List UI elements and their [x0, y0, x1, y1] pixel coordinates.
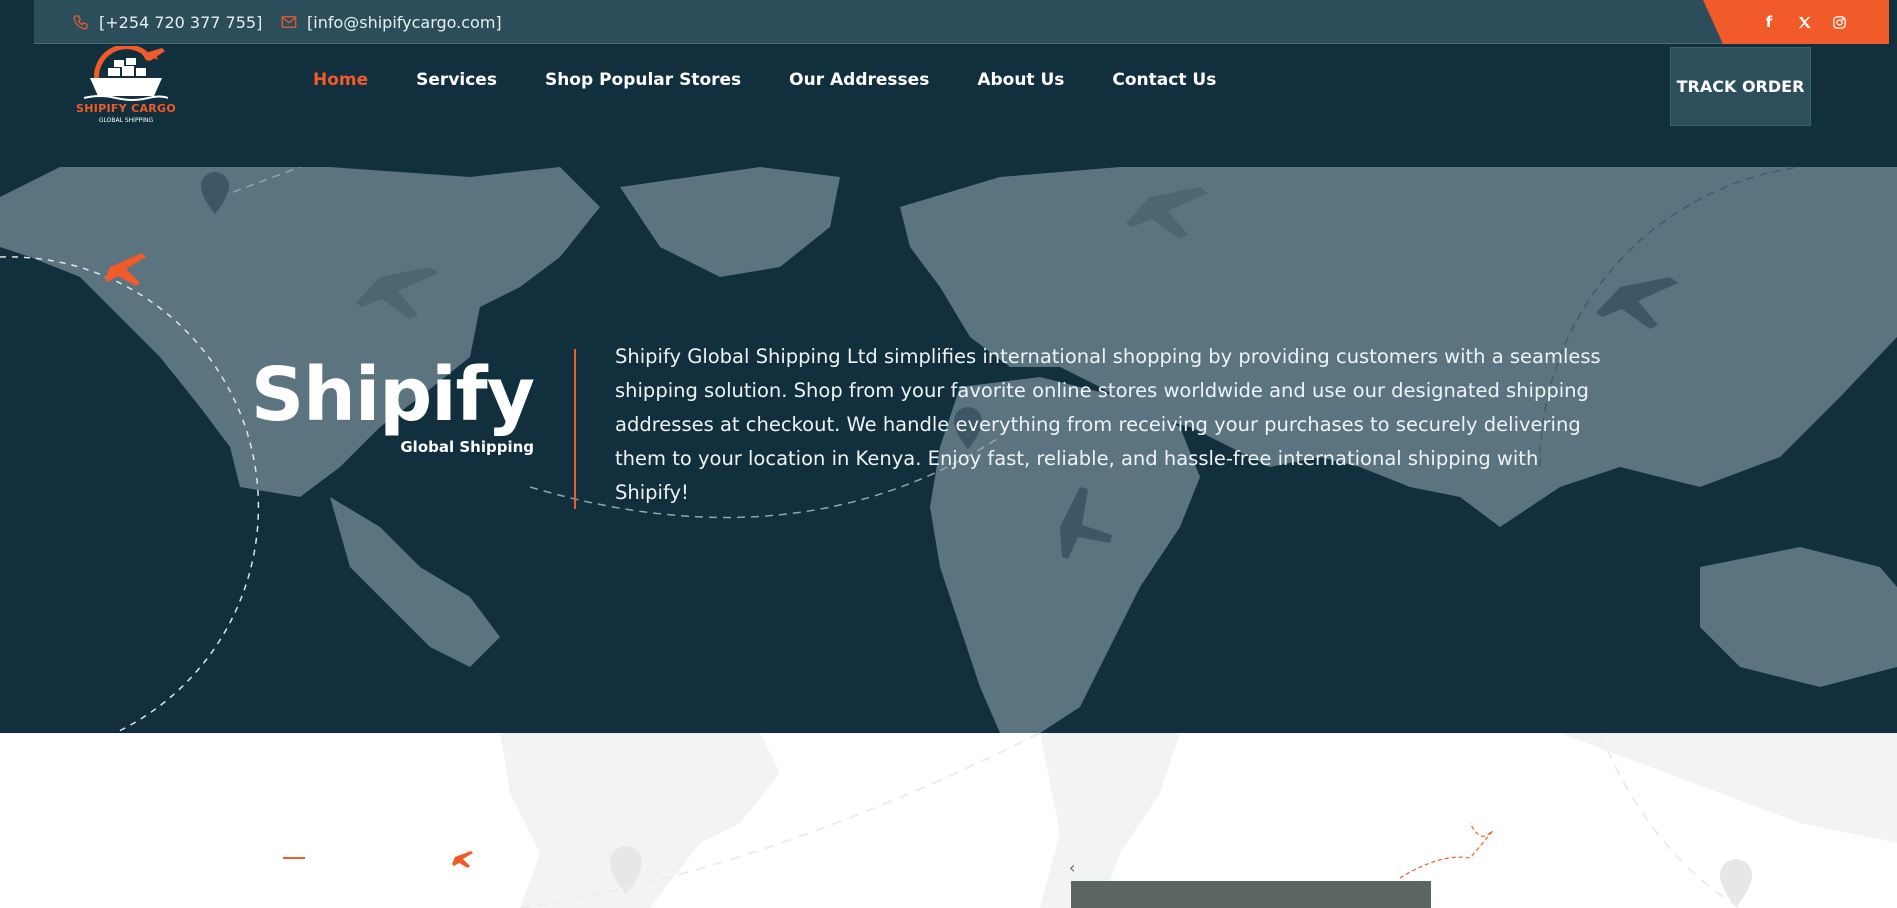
social-links: f — [1703, 0, 1889, 44]
logo-name: SHIPIFY CARGO — [75, 102, 177, 115]
phone-number: [+254 720 377 755] — [99, 12, 263, 32]
x-icon[interactable] — [1793, 11, 1815, 33]
hero-brand: Shipify Global Shipping — [250, 352, 535, 456]
small-plane-icon — [452, 851, 473, 868]
lower-map-background — [452, 733, 1897, 908]
nav-our-addresses[interactable]: Our Addresses — [789, 70, 929, 90]
nav-services[interactable]: Services — [416, 70, 497, 90]
main-nav: Home Services Shop Popular Stores Our Ad… — [313, 70, 1216, 90]
instagram-icon[interactable] — [1828, 11, 1850, 33]
section-accent-line — [283, 857, 305, 859]
email-contact[interactable]: [info@shipifycargo.com] — [280, 0, 502, 44]
phone-contact[interactable]: [+254 720 377 755] — [72, 0, 262, 44]
phone-icon — [73, 15, 88, 30]
nav-contact-us[interactable]: Contact Us — [1112, 70, 1216, 90]
nav-shop-popular-stores[interactable]: Shop Popular Stores — [545, 70, 741, 90]
email-address: [info@shipifycargo.com] — [307, 12, 502, 32]
nav-about-us[interactable]: About Us — [977, 70, 1064, 90]
site-header: [+254 720 377 755] [info@shipifycargo.co… — [0, 0, 1897, 167]
track-order-button[interactable]: TRACK ORDER — [1670, 47, 1811, 126]
mail-icon — [281, 16, 297, 28]
hero-subtitle: Global Shipping — [400, 438, 534, 456]
slider-image — [1071, 881, 1431, 908]
logo-tagline: GLOBAL SHIPPING — [98, 117, 154, 124]
top-bar: [+254 720 377 755] [info@shipifycargo.co… — [34, 0, 1889, 44]
hero-divider — [574, 349, 576, 509]
facebook-icon[interactable]: f — [1758, 11, 1780, 33]
about-section: ‹ — [0, 733, 1897, 908]
site-logo[interactable]: SHIPIFY CARGO GLOBAL SHIPPING — [70, 44, 182, 126]
hero-section: Shipify Global Shipping Shipify Global S… — [0, 167, 1897, 733]
hero-title: Shipify — [250, 352, 535, 438]
hero-description: Shipify Global Shipping Ltd simplifies i… — [615, 345, 1601, 504]
ship-logo-icon — [83, 44, 169, 101]
nav-home[interactable]: Home — [313, 70, 368, 90]
slider-prev-arrow[interactable]: ‹ — [1069, 858, 1075, 877]
